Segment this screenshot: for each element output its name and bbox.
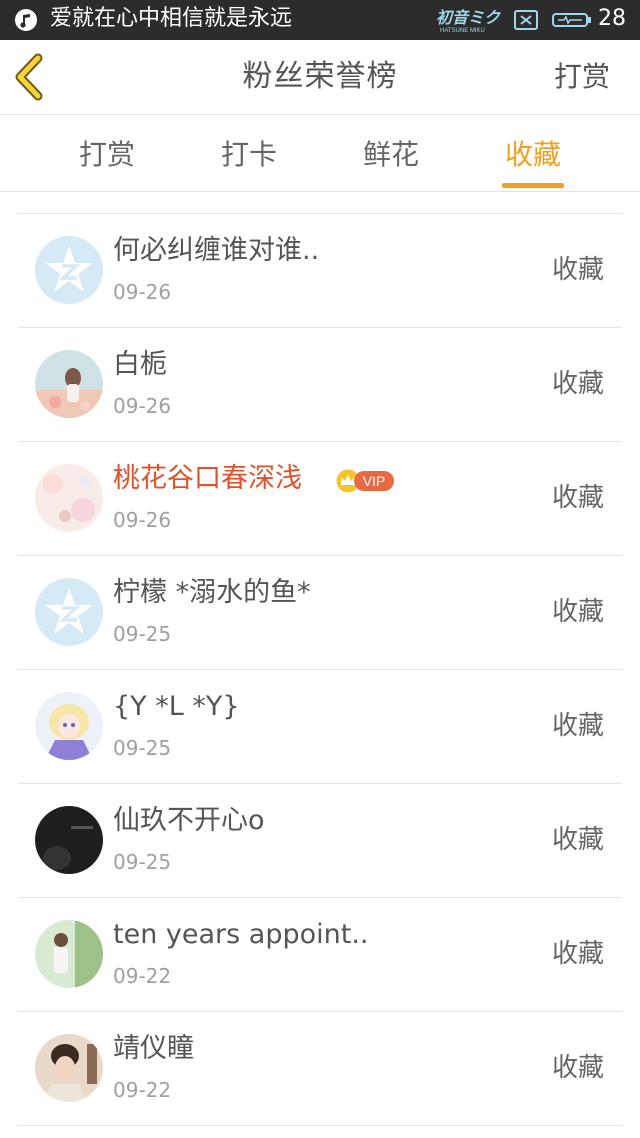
list-item[interactable]: 白栀 09-26 收藏: [18, 328, 622, 442]
fan-name: ten years appoint..: [113, 919, 369, 950]
anime-girl-avatar-icon: [35, 692, 103, 760]
fan-date: 09-26: [113, 280, 172, 304]
music-icon: [15, 9, 37, 31]
fan-name: 白栀: [113, 349, 167, 380]
outdoor-photo-avatar-icon: [35, 920, 103, 988]
fan-name: 柠檬 *溺水的鱼*: [113, 577, 311, 608]
fan-action: 收藏: [551, 825, 604, 855]
tab-bar: 打赏 打卡 鲜花 收藏: [0, 115, 640, 192]
fan-date: 09-22: [113, 1078, 172, 1102]
avatar[interactable]: [35, 350, 103, 418]
tab-label: 鲜花: [362, 138, 419, 171]
fan-list: 何必纠缠谁对谁.. 09-26 收藏 白栀 09-26 收藏 桃花谷口春深浅 V…: [18, 213, 622, 1126]
vip-label: VIP: [354, 471, 394, 491]
mail-icon: [514, 10, 538, 30]
fan-action: 收藏: [551, 597, 604, 627]
tab-flowers[interactable]: 鲜花: [341, 135, 441, 175]
avatar[interactable]: [35, 578, 103, 646]
pastel-flower-avatar-icon: [35, 464, 103, 532]
avatar[interactable]: [35, 236, 103, 304]
girl-photo-avatar-icon: [35, 350, 103, 418]
now-playing-text: 爱就在心中相信就是永远: [50, 6, 293, 31]
tab-reward[interactable]: 打赏: [57, 135, 157, 175]
qzone-default-avatar-icon: [35, 578, 103, 646]
tab-checkin[interactable]: 打卡: [199, 135, 299, 175]
fan-name: 仙玖不开心o: [113, 805, 265, 836]
battery-level: 28: [598, 6, 626, 31]
fan-action: 收藏: [551, 255, 604, 285]
tab-label: 收藏: [504, 138, 561, 171]
status-bar: 爱就在心中相信就是永远 初音ミク HATSUNE MIKU 28: [0, 0, 640, 40]
avatar[interactable]: [35, 464, 103, 532]
fan-action: 收藏: [551, 711, 604, 741]
qzone-default-avatar-icon: [35, 236, 103, 304]
svg-text:HATSUNE MIKU: HATSUNE MIKU: [440, 28, 485, 34]
fan-action: 收藏: [551, 1053, 604, 1083]
fan-date: 09-26: [113, 394, 172, 418]
list-item[interactable]: {Y *L *Y} 09-25 收藏: [18, 670, 622, 784]
fan-date: 09-25: [113, 622, 172, 646]
list-item[interactable]: 靖仪瞳 09-22 收藏: [18, 1012, 622, 1126]
dark-photo-avatar-icon: [35, 806, 103, 874]
fan-action: 收藏: [551, 369, 604, 399]
portrait-photo-avatar-icon: [35, 1034, 103, 1102]
fan-date: 09-25: [113, 736, 172, 760]
tab-label: 打赏: [78, 138, 135, 171]
tab-label: 打卡: [220, 138, 277, 171]
avatar[interactable]: [35, 806, 103, 874]
fan-name: 靖仪瞳: [113, 1033, 194, 1064]
active-tab-indicator: [502, 183, 564, 188]
battery-icon: [552, 13, 591, 27]
list-item[interactable]: ten years appoint.. 09-22 收藏: [18, 898, 622, 1012]
fan-name: 何必纠缠谁对谁..: [113, 235, 320, 266]
list-item[interactable]: 何必纠缠谁对谁.. 09-26 收藏: [18, 214, 622, 328]
avatar[interactable]: [35, 1034, 103, 1102]
avatar[interactable]: [35, 920, 103, 988]
list-item[interactable]: 桃花谷口春深浅 VIP 09-26 收藏: [18, 442, 622, 556]
fan-date: 09-25: [113, 850, 172, 874]
list-item[interactable]: 柠檬 *溺水的鱼* 09-25 收藏: [18, 556, 622, 670]
fan-action: 收藏: [551, 939, 604, 969]
fan-name: 桃花谷口春深浅: [113, 463, 302, 494]
miku-logo-icon: 初音ミク HATSUNE MIKU: [436, 9, 501, 34]
page-title: 粉丝荣誉榜: [242, 59, 398, 94]
svg-text:初音ミク: 初音ミク: [436, 9, 501, 27]
fan-action: 收藏: [551, 483, 604, 513]
avatar[interactable]: [35, 692, 103, 760]
header-bar: 粉丝荣誉榜 打赏: [0, 40, 640, 115]
fan-date: 09-26: [113, 508, 172, 532]
reward-button[interactable]: 打赏: [554, 57, 610, 97]
fan-name: {Y *L *Y}: [113, 691, 240, 722]
fan-date: 09-22: [113, 964, 172, 988]
list-item[interactable]: 仙玖不开心o 09-25 收藏: [18, 784, 622, 898]
tab-favorites[interactable]: 收藏: [483, 135, 583, 188]
